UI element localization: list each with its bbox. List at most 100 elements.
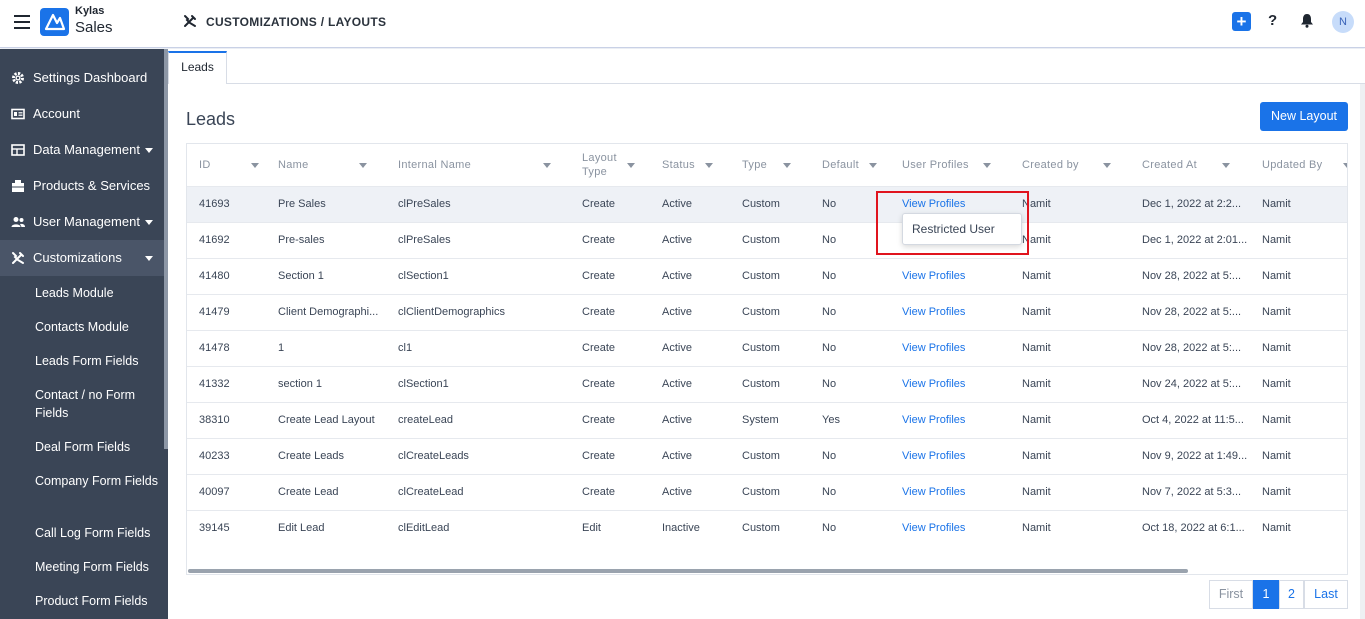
chevron-down-icon <box>1103 163 1111 168</box>
new-layout-button[interactable]: New Layout <box>1260 102 1348 131</box>
table-row[interactable]: 40097 Create Lead clCreateLead Create Active… <box>187 474 1347 510</box>
bell-icon[interactable] <box>1300 13 1314 28</box>
cell-id: 40097 <box>199 486 230 498</box>
cell-layout: Create <box>582 378 616 390</box>
plus-icon[interactable]: + <box>1232 12 1251 31</box>
view-profiles-link[interactable]: View Profiles <box>902 342 1012 354</box>
sidebar-scrollbar[interactable] <box>164 49 168 449</box>
cell-id: 40233 <box>199 450 230 462</box>
avatar[interactable]: N <box>1332 11 1354 33</box>
column-header-id[interactable]: ID <box>199 144 259 186</box>
view-profiles-link[interactable]: View Profiles <box>902 486 1012 498</box>
table-row[interactable]: 41693 Pre Sales clPreSales Create Active Cust… <box>187 186 1347 222</box>
table-row[interactable]: 39145 Edit Lead clEditLead Edit Inactive Cust… <box>187 510 1347 546</box>
sidebar-subitem-contacts-module[interactable]: Contacts Module <box>35 318 163 336</box>
table-row[interactable]: 41478 1 cl1 Create Active Custom No View Profil… <box>187 330 1347 366</box>
column-header-default[interactable]: Default <box>822 144 882 186</box>
sidebar-item-products-services[interactable]: Products & Services <box>0 168 164 204</box>
column-header-status[interactable]: Status <box>662 144 722 186</box>
pagination-first[interactable]: First <box>1209 580 1253 609</box>
sidebar-item-user-management[interactable]: User Management <box>0 204 164 240</box>
table-row[interactable]: 41692 Pre-sales clPreSales Create Active Cust… <box>187 222 1347 258</box>
cell-created-by: Namit <box>1022 342 1051 354</box>
cell-internal: clCreateLead <box>398 486 464 498</box>
menu-icon[interactable] <box>14 15 30 29</box>
cell-name: Create Leads <box>278 450 345 462</box>
cell-created-at: Nov 7, 2022 at 5:3... <box>1142 486 1242 498</box>
cell-default: No <box>822 450 837 462</box>
pagination-last[interactable]: Last <box>1304 580 1348 609</box>
view-profiles-link[interactable]: View Profiles <box>902 270 1012 282</box>
column-header-internal-name[interactable]: Internal Name <box>398 144 558 186</box>
cell-type: Custom <box>742 450 780 462</box>
tools-icon <box>11 251 25 265</box>
view-profiles-link[interactable]: View Profiles <box>902 378 1012 390</box>
sidebar-subitem-leads-form-fields[interactable]: Leads Form Fields <box>35 352 163 370</box>
page-scrollbar[interactable] <box>1360 84 1365 619</box>
sidebar-item-settings-dashboard[interactable]: Settings Dashboard <box>0 60 164 96</box>
cell-status: Inactive <box>662 522 700 534</box>
cell-created-by: Namit <box>1022 378 1051 390</box>
cell-internal: clCreateLeads <box>398 450 469 462</box>
cell-type: Custom <box>742 234 780 246</box>
table-row[interactable]: 41479 Client Demographi... clClientDemogra… <box>187 294 1347 330</box>
table-row[interactable]: 40233 Create Leads clCreateLeads Create Acti… <box>187 438 1347 474</box>
cell-status: Active <box>662 234 692 246</box>
cell-created-by: Namit <box>1022 306 1051 318</box>
cell-created-at: Dec 1, 2022 at 2:01... <box>1142 234 1248 246</box>
cell-internal: clSection1 <box>398 378 449 390</box>
profiles-popover[interactable]: Restricted User <box>902 213 1022 245</box>
view-profiles-link[interactable]: View Profiles <box>902 450 1012 462</box>
column-header-layout-type[interactable]: Layout Type <box>582 144 642 186</box>
sidebar-subitem-deal-form-fields[interactable]: Deal Form Fields <box>35 438 163 456</box>
cell-default: No <box>822 342 837 354</box>
sidebar-item-customizations[interactable]: Customizations <box>0 240 164 276</box>
chevron-down-icon <box>145 256 153 261</box>
tab-leads[interactable]: Leads <box>168 51 227 84</box>
cell-internal: clPreSales <box>398 198 451 210</box>
cell-updated-by: Namit <box>1262 270 1291 282</box>
sidebar-subitem-meeting-form-fields[interactable]: Meeting Form Fields <box>35 558 163 576</box>
view-profiles-link[interactable]: View Profiles <box>902 306 1012 318</box>
column-header-updated-by[interactable]: Updated By <box>1262 144 1347 186</box>
sidebar-subitem-product-form-fields[interactable]: Product Form Fields <box>35 592 163 610</box>
sidebar-item-data-management[interactable]: Data Management <box>0 132 164 168</box>
view-profiles-link[interactable]: View Profiles <box>902 522 1012 534</box>
users-icon <box>11 215 25 229</box>
cell-created-by: Namit <box>1022 270 1051 282</box>
cell-status: Active <box>662 270 692 282</box>
column-header-name[interactable]: Name <box>278 144 368 186</box>
table-row[interactable]: 41332 section 1 clSection1 Create Active Cust… <box>187 366 1347 402</box>
column-header-type[interactable]: Type <box>742 144 802 186</box>
cell-name: Edit Lead <box>278 522 325 534</box>
cell-type: Custom <box>742 270 780 282</box>
column-header-created-at[interactable]: Created At <box>1142 144 1242 186</box>
cell-id: 41478 <box>199 342 230 354</box>
chevron-down-icon <box>359 163 367 168</box>
column-header-user-profiles[interactable]: User Profiles <box>902 144 1002 186</box>
cell-created-at: Oct 18, 2022 at 6:1... <box>1142 522 1245 534</box>
help-icon[interactable]: ? <box>1268 12 1277 29</box>
chevron-down-icon <box>145 148 153 153</box>
sidebar-subitem-contact-form-fields[interactable]: Contact / no Form Fields <box>35 386 163 422</box>
chevron-down-icon <box>783 163 791 168</box>
table-row[interactable]: 41480 Section 1 clSection1 Create Active Cust… <box>187 258 1347 294</box>
cell-status: Active <box>662 378 692 390</box>
table-row[interactable]: 38310 Create Lead Layout createLead Create A… <box>187 402 1347 438</box>
sidebar-subitem-company-form-fields[interactable]: Company Form Fields <box>35 472 163 490</box>
cell-name: Section 1 <box>278 270 324 282</box>
column-header-created-by[interactable]: Created by <box>1022 144 1122 186</box>
sidebar-item-account[interactable]: Account <box>0 96 164 132</box>
cell-updated-by: Namit <box>1262 414 1291 426</box>
view-profiles-link[interactable]: View Profiles <box>902 414 1012 426</box>
pagination-page-1[interactable]: 1 <box>1253 580 1279 609</box>
sidebar-subitem-leads-module[interactable]: Leads Module <box>35 284 163 302</box>
cell-default: No <box>822 378 837 390</box>
sidebar-subitem-call-log-form-fields[interactable]: Call Log Form Fields <box>35 524 163 542</box>
cell-updated-by: Namit <box>1262 342 1291 354</box>
cell-updated-by: Namit <box>1262 378 1291 390</box>
sidebar: Settings Dashboard Account Data Manageme… <box>0 49 168 619</box>
cell-created-at: Nov 28, 2022 at 5:... <box>1142 342 1242 354</box>
horizontal-scrollbar[interactable] <box>188 569 1188 573</box>
pagination-page-2[interactable]: 2 <box>1279 580 1304 609</box>
